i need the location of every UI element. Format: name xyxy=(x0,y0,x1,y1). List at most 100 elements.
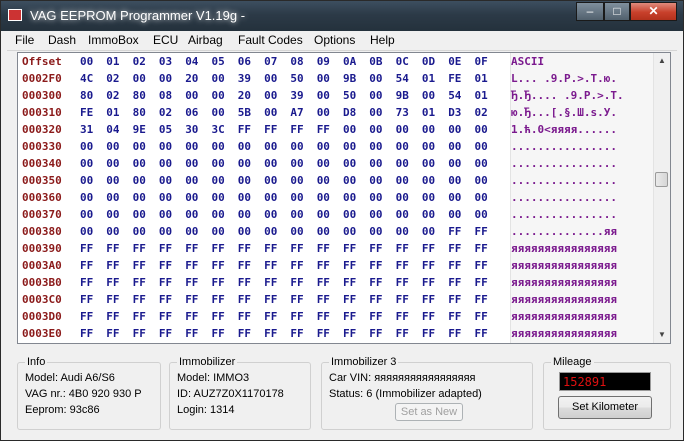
hex-byte[interactable]: 00 xyxy=(290,138,306,155)
hex-byte[interactable]: 00 xyxy=(264,206,280,223)
hex-byte[interactable]: FF xyxy=(159,291,175,308)
hex-byte[interactable]: 08 xyxy=(159,87,175,104)
hex-byte[interactable]: 00 xyxy=(343,206,359,223)
hex-byte[interactable]: FF xyxy=(133,257,149,274)
hex-byte[interactable]: FF xyxy=(264,325,280,342)
hex-byte[interactable]: 00 xyxy=(396,223,412,240)
hex-byte[interactable]: 00 xyxy=(106,206,122,223)
hex-byte[interactable]: 00 xyxy=(159,223,175,240)
hex-byte[interactable]: FF xyxy=(238,240,254,257)
menu-file[interactable]: File xyxy=(15,33,34,47)
hex-byte[interactable]: 00 xyxy=(185,155,201,172)
hex-byte[interactable]: 00 xyxy=(369,223,385,240)
hex-byte[interactable]: 9B xyxy=(343,70,359,87)
hex-byte[interactable]: FF xyxy=(106,308,122,325)
hex-byte[interactable]: 00 xyxy=(159,155,175,172)
hex-byte[interactable]: 00 xyxy=(212,70,228,87)
maximize-button[interactable]: □ xyxy=(604,2,630,21)
hex-byte[interactable]: 00 xyxy=(369,155,385,172)
hex-byte[interactable]: FF xyxy=(212,257,228,274)
hex-byte[interactable]: 00 xyxy=(106,189,122,206)
hex-byte[interactable]: FF xyxy=(264,308,280,325)
hex-byte[interactable]: 00 xyxy=(290,206,306,223)
hex-byte[interactable]: 00 xyxy=(238,138,254,155)
hex-byte[interactable]: 02 xyxy=(106,70,122,87)
hex-byte[interactable]: 00 xyxy=(369,172,385,189)
hex-byte[interactable]: 01 xyxy=(106,104,122,121)
hex-byte[interactable]: FF xyxy=(212,291,228,308)
hex-byte[interactable]: 00 xyxy=(448,138,464,155)
hex-byte[interactable]: FF xyxy=(185,257,201,274)
hex-byte[interactable]: FF xyxy=(133,308,149,325)
hex-byte[interactable]: 00 xyxy=(422,121,438,138)
hex-byte[interactable]: 00 xyxy=(343,189,359,206)
hex-byte[interactable]: 00 xyxy=(133,155,149,172)
hex-byte[interactable]: FF xyxy=(106,257,122,274)
hex-byte[interactable]: 80 xyxy=(133,87,149,104)
hex-byte[interactable]: 9B xyxy=(396,87,412,104)
hex-byte[interactable]: 00 xyxy=(475,189,491,206)
hex-byte[interactable]: FF xyxy=(448,308,464,325)
hex-byte[interactable]: 01 xyxy=(475,87,491,104)
hex-byte[interactable]: FF xyxy=(185,274,201,291)
hex-byte[interactable]: 00 xyxy=(264,155,280,172)
hex-byte[interactable]: 00 xyxy=(159,70,175,87)
hex-byte[interactable]: 02 xyxy=(106,87,122,104)
hex-byte[interactable]: FF xyxy=(396,257,412,274)
hex-byte[interactable]: 00 xyxy=(290,172,306,189)
hex-byte[interactable]: 00 xyxy=(80,138,96,155)
hex-byte[interactable]: 00 xyxy=(212,189,228,206)
hex-byte[interactable]: 00 xyxy=(422,172,438,189)
hex-byte[interactable]: 20 xyxy=(238,87,254,104)
scroll-up-icon[interactable]: ▲ xyxy=(654,53,670,69)
hex-byte[interactable]: FF xyxy=(133,274,149,291)
hex-byte[interactable]: FF xyxy=(448,274,464,291)
hex-byte[interactable]: 00 xyxy=(369,121,385,138)
hex-byte[interactable]: 00 xyxy=(212,155,228,172)
hex-byte[interactable]: 00 xyxy=(369,87,385,104)
hex-byte[interactable]: 00 xyxy=(343,138,359,155)
hex-byte[interactable]: 50 xyxy=(290,70,306,87)
hex-byte[interactable]: 00 xyxy=(369,70,385,87)
hex-byte[interactable]: 00 xyxy=(448,189,464,206)
hex-byte[interactable]: 00 xyxy=(212,138,228,155)
hex-byte[interactable]: 00 xyxy=(185,138,201,155)
hex-byte[interactable]: 00 xyxy=(475,138,491,155)
hex-byte[interactable]: FF xyxy=(238,274,254,291)
hex-byte[interactable]: 00 xyxy=(317,104,333,121)
hex-byte[interactable]: FF xyxy=(80,257,96,274)
hex-byte[interactable]: 00 xyxy=(238,189,254,206)
hex-byte[interactable]: FF xyxy=(448,257,464,274)
hex-byte[interactable]: FF xyxy=(343,325,359,342)
hex-byte[interactable]: 00 xyxy=(185,87,201,104)
hex-byte[interactable]: FF xyxy=(185,308,201,325)
hex-byte[interactable]: FF xyxy=(396,274,412,291)
hex-byte[interactable]: 00 xyxy=(396,189,412,206)
hex-byte[interactable]: FF xyxy=(396,240,412,257)
hex-byte[interactable]: FF xyxy=(422,274,438,291)
hex-byte[interactable]: 00 xyxy=(317,138,333,155)
hex-byte[interactable]: FF xyxy=(369,291,385,308)
hex-byte[interactable]: 00 xyxy=(106,172,122,189)
hex-byte[interactable]: 00 xyxy=(159,189,175,206)
menu-options[interactable]: Options xyxy=(314,33,355,47)
hex-byte[interactable]: 50 xyxy=(343,87,359,104)
hex-byte[interactable]: 00 xyxy=(264,172,280,189)
hex-byte[interactable]: 02 xyxy=(475,104,491,121)
hex-byte[interactable]: FF xyxy=(317,257,333,274)
hex-byte[interactable]: 00 xyxy=(80,206,96,223)
hex-byte[interactable]: 00 xyxy=(317,206,333,223)
hex-byte[interactable]: 39 xyxy=(290,87,306,104)
hex-byte[interactable]: 00 xyxy=(212,87,228,104)
set-as-new-button[interactable]: Set as New xyxy=(395,403,463,421)
hex-byte[interactable]: 00 xyxy=(448,206,464,223)
hex-byte[interactable]: FF xyxy=(290,325,306,342)
hex-byte[interactable]: 00 xyxy=(422,138,438,155)
hex-byte[interactable]: FF xyxy=(159,308,175,325)
hex-byte[interactable]: 00 xyxy=(80,155,96,172)
hex-byte[interactable]: FF xyxy=(106,274,122,291)
hex-byte[interactable]: FF xyxy=(475,325,491,342)
hex-byte[interactable]: FF xyxy=(422,257,438,274)
hex-byte[interactable]: D3 xyxy=(448,104,464,121)
hex-byte[interactable]: 54 xyxy=(396,70,412,87)
